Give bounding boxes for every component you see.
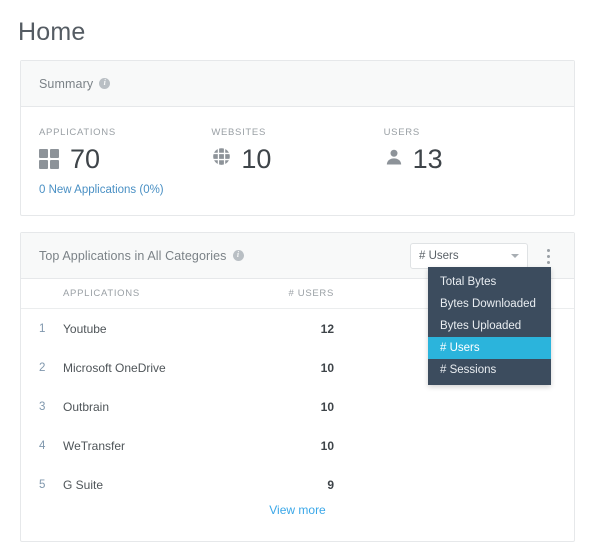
view-more-container: View more [21,501,574,519]
row-value: 10 [320,399,334,414]
summary-title: Summary [39,76,94,91]
table-row[interactable]: 4 WeTransfer 10 [21,426,574,465]
column-users: # USERS [288,288,334,299]
globe-icon [211,146,232,172]
top-applications-title: Top Applications in All Categories [39,248,227,263]
row-rank: 3 [39,400,46,413]
row-value: 10 [320,438,334,453]
stat-value: 70 [70,143,101,174]
dropdown-option[interactable]: Bytes Uploaded [428,315,551,337]
dropdown-option[interactable]: # Sessions [428,359,551,381]
stat-label: APPLICATIONS [39,127,116,138]
row-rank: 1 [39,322,46,335]
stat-value: 10 [241,143,272,174]
user-icon [384,147,404,172]
info-icon[interactable] [232,249,244,261]
row-rank: 5 [39,478,46,491]
stat-label: USERS [383,127,420,138]
row-value: 10 [320,360,334,375]
page-title: Home [18,18,86,46]
metric-select-value: # Users [419,250,459,262]
metric-dropdown-menu[interactable]: Total Bytes Bytes Downloaded Bytes Uploade… [428,267,551,385]
stat-value: 13 [412,143,443,174]
column-applications: APPLICATIONS [63,288,140,299]
summary-card: Summary APPLICATIONS 70 0 New Applicatio… [20,60,575,216]
row-application-name: Outbrain [63,399,110,414]
metric-select[interactable]: # Users [410,243,528,269]
row-application-name: Youtube [63,321,107,336]
row-application-name: WeTransfer [63,438,126,453]
row-value: 12 [320,321,334,336]
dropdown-option[interactable]: Total Bytes [428,271,551,293]
stat-users: USERS 13 [384,127,556,196]
dashboard-page: Home Summary APPLICATIONS 70 0 New Appli… [0,0,594,555]
dropdown-option[interactable]: Bytes Downloaded [428,293,551,315]
row-application-name: Microsoft OneDrive [63,360,166,375]
chevron-down-icon [511,254,519,258]
view-more-link[interactable]: View more [269,503,325,517]
grid-icon [39,148,61,170]
row-rank: 2 [39,361,46,374]
new-applications-text: 0 New Applications (0%) [39,184,164,196]
kebab-menu-icon[interactable] [540,245,556,267]
stat-label: WEBSITES [211,127,267,138]
summary-card-header: Summary [21,61,574,107]
table-row[interactable]: 3 Outbrain 10 [21,387,574,426]
row-value: 9 [327,477,334,492]
info-icon[interactable] [99,77,111,89]
row-rank: 4 [39,439,46,452]
stat-websites: WEBSITES 10 [211,127,383,196]
summary-stats: APPLICATIONS 70 0 New Applications (0%) … [21,107,574,196]
dropdown-option[interactable]: # Users [428,337,551,359]
row-application-name: G Suite [63,477,104,492]
table-row[interactable]: 5 G Suite 9 [21,465,574,504]
stat-applications: APPLICATIONS 70 0 New Applications (0%) [39,127,211,196]
